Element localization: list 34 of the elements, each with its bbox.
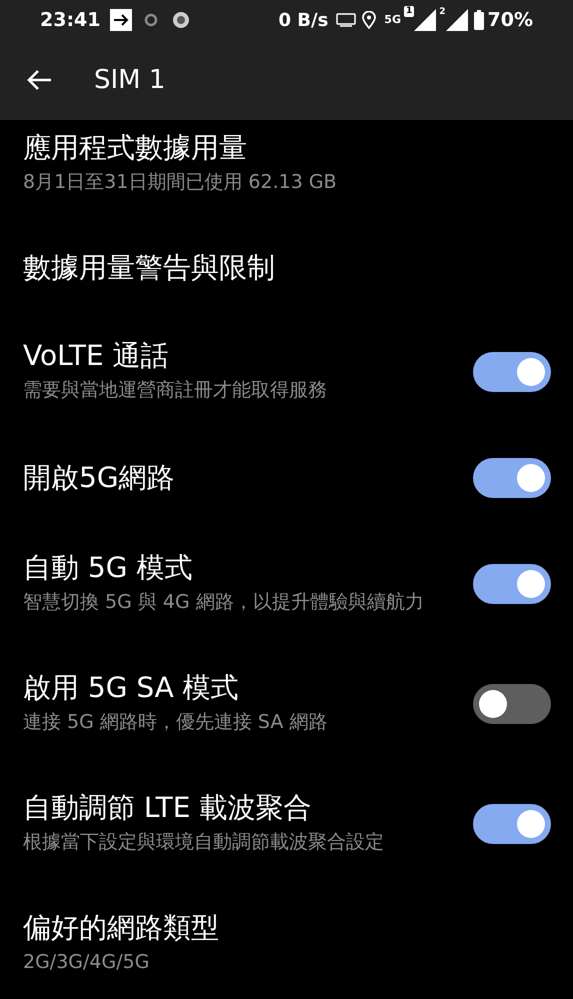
- toggle-switch[interactable]: [473, 458, 551, 498]
- battery-percent: 70%: [488, 8, 533, 33]
- setting-title[interactable]: VoLTE 通話: [23, 338, 449, 374]
- setting-title[interactable]: 偏好的網路類型: [23, 910, 527, 946]
- setting-title[interactable]: 數據用量警告與限制: [23, 250, 527, 286]
- setting-title[interactable]: 自動調節 LTE 載波聚合: [23, 790, 449, 826]
- back-arrow-icon: [26, 68, 52, 92]
- setting-description: 需要與當地運營商註冊才能取得服務: [23, 378, 328, 403]
- data-speed: 0 B/s: [278, 8, 328, 32]
- setting-title[interactable]: 自動 5G 模式: [23, 550, 449, 586]
- ring-icon: [144, 13, 158, 27]
- toggle-switch[interactable]: [473, 684, 551, 724]
- network-type: 5G: [384, 12, 401, 28]
- clock: 23:41: [40, 8, 100, 33]
- toggle-switch[interactable]: [473, 564, 551, 604]
- sim-label: 2: [439, 6, 446, 19]
- refresh-rate-icon: [336, 12, 356, 28]
- setting-title[interactable]: 啟用 5G SA 模式: [23, 670, 449, 706]
- sim-badge: 1: [404, 6, 414, 17]
- setting-description: 智慧切換 5G 與 4G 網路，以提升體驗與續航力: [23, 590, 425, 615]
- setting-description: 根據當下設定與環境自動調節載波聚合設定: [23, 830, 385, 855]
- toggle-switch[interactable]: [473, 352, 551, 392]
- screen-title: SIM 1: [94, 64, 166, 96]
- location-pin-icon: [362, 11, 376, 29]
- setting-description: 連接 5G 網路時，優先連接 SA 網路: [23, 710, 328, 735]
- setting-description: 8月1日至31日期間已使用 62.13 GB: [23, 170, 338, 195]
- signal-icon: [446, 9, 468, 31]
- signal-icon: [414, 9, 436, 31]
- round-app-icon: [172, 11, 190, 29]
- battery-icon: [474, 10, 484, 30]
- setting-description: 2G/3G/4G/5G: [23, 950, 150, 975]
- setting-title[interactable]: 應用程式數據用量: [23, 130, 527, 166]
- toggle-switch[interactable]: [473, 804, 551, 844]
- setting-title[interactable]: 開啟5G網路: [23, 460, 449, 496]
